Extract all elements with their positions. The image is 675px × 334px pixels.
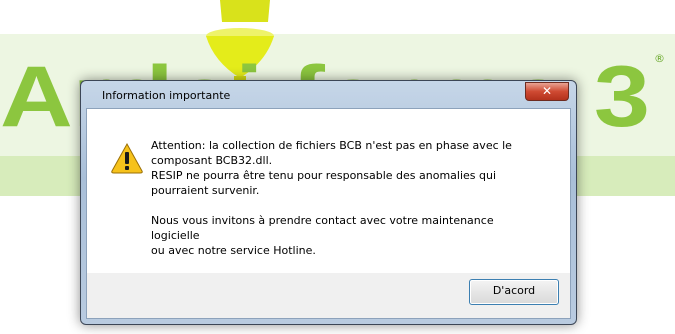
ok-button[interactable]: D'acord [469,279,559,305]
message-line: RESIP ne pourra être tenu pour responsab… [151,169,497,182]
message-line: ou avec notre service Hotline. [151,244,316,257]
message-panel: Attention: la collection de fichiers BCB… [87,109,570,273]
message-line: composant BCB32.dll. [151,154,273,167]
message-line: Attention: la collection de fichiers BCB… [151,139,512,152]
message-text: Attention: la collection de fichiers BCB… [151,138,531,258]
information-dialog: Information importante ✕ Attention: la c… [80,80,577,325]
warning-icon [111,142,143,174]
message-line: Nous vous invitons à prendre contact ave… [151,214,494,242]
dialog-title: Information importante [102,89,231,102]
dialog-client-area: Attention: la collection de fichiers BCB… [86,108,571,319]
close-button[interactable]: ✕ [525,82,569,101]
registered-mark: ® [654,52,665,65]
message-line: pourraient survenir. [151,184,260,197]
